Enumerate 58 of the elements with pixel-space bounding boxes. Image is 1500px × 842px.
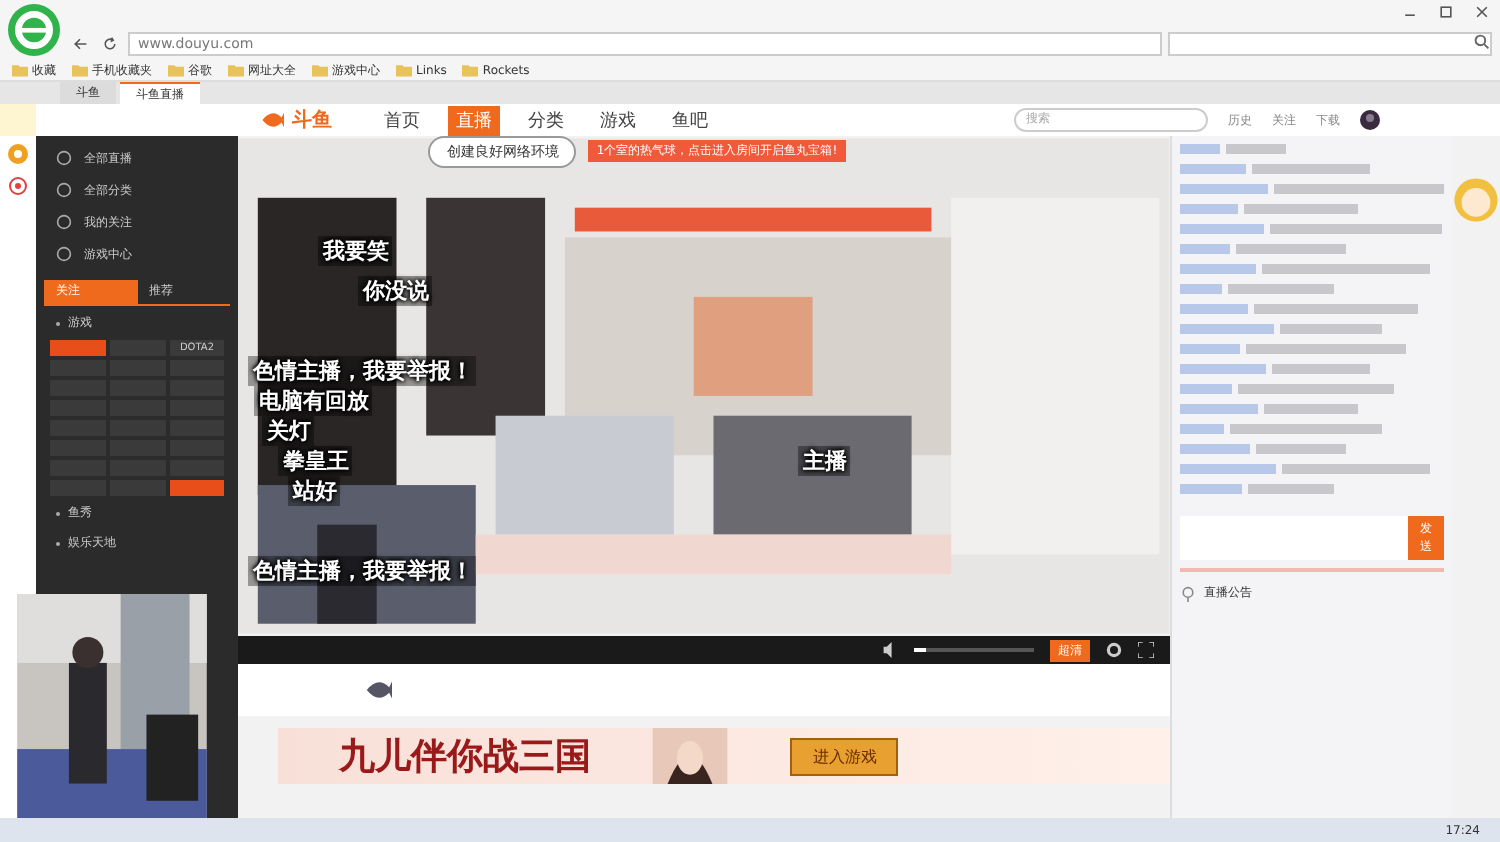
chat-line-drawing (1180, 244, 1230, 254)
speaker-icon[interactable] (882, 642, 898, 658)
chat-line-drawing (1272, 364, 1370, 374)
chat-line-drawing (1180, 404, 1258, 414)
pin-icon (1180, 585, 1196, 601)
chat-line-drawing (1228, 284, 1334, 294)
maximize-icon[interactable] (1438, 4, 1454, 20)
chat-line-drawing (1180, 224, 1264, 234)
chat-line-drawing (1180, 164, 1246, 174)
nav-link[interactable]: 鱼吧 (664, 105, 716, 135)
chat-line-drawing (1180, 284, 1222, 294)
chat-line-drawing (1280, 324, 1382, 334)
category-chip[interactable] (169, 480, 225, 496)
target-icon[interactable] (7, 176, 28, 196)
chat-line-drawing (1244, 204, 1358, 214)
chat-line-drawing (1180, 144, 1220, 154)
chat-line-drawing (1180, 444, 1250, 454)
chat-line-drawing (1180, 364, 1266, 374)
nav-link[interactable]: 首页 (376, 105, 428, 135)
chat-line-drawing (1264, 404, 1358, 414)
chat-line-drawing (1180, 484, 1242, 494)
browser-logo-icon[interactable] (8, 4, 60, 56)
ad-banner[interactable]: 九儿伴你战三国 进入游戏 (278, 728, 1170, 784)
back-icon[interactable] (72, 35, 88, 51)
danmaku-text: 关灯 (262, 416, 315, 446)
chat-line-drawing (1180, 384, 1232, 394)
chat-line-drawing (1180, 304, 1248, 314)
refresh-icon[interactable] (102, 35, 118, 51)
circle-icon (55, 150, 72, 166)
nav-link[interactable]: 游戏 (592, 105, 644, 135)
chat-line-drawing (1180, 344, 1240, 354)
avatar-icon (1360, 110, 1380, 130)
banner-title: 九儿伴你战三国 (338, 734, 591, 780)
chat-line-drawing (1180, 324, 1274, 334)
chat-line-drawing (1256, 444, 1346, 454)
chat-line-drawing (1252, 164, 1370, 174)
chat-line-drawing (1236, 244, 1346, 254)
nav-link[interactable]: 分类 (520, 105, 572, 135)
search-icon (1474, 33, 1490, 49)
fullscreen-icon[interactable] (1138, 642, 1154, 658)
circle-icon (55, 246, 72, 262)
chat-line-drawing (1180, 184, 1269, 194)
circle-icon (55, 182, 72, 198)
chat-line-drawing (1180, 204, 1238, 214)
chat-input-field[interactable] (1180, 516, 1408, 560)
chat-line-drawing (1180, 464, 1276, 474)
side-strip (0, 104, 36, 136)
danmaku-text: 色情主播，我要举报！ (248, 556, 477, 586)
chat-line-drawing (1180, 424, 1224, 434)
close-icon[interactable] (1474, 4, 1490, 20)
circle-icon (55, 214, 72, 230)
chat-line-drawing (1248, 484, 1334, 494)
search-field[interactable] (1168, 31, 1492, 55)
danmaku-text: 站好 (288, 476, 341, 506)
danmaku-text: 电脑有回放 (254, 386, 373, 416)
chat-line-drawing (1180, 264, 1256, 274)
chat-line-drawing (1226, 144, 1286, 154)
enter-game-button[interactable]: 进入游戏 (790, 737, 899, 775)
